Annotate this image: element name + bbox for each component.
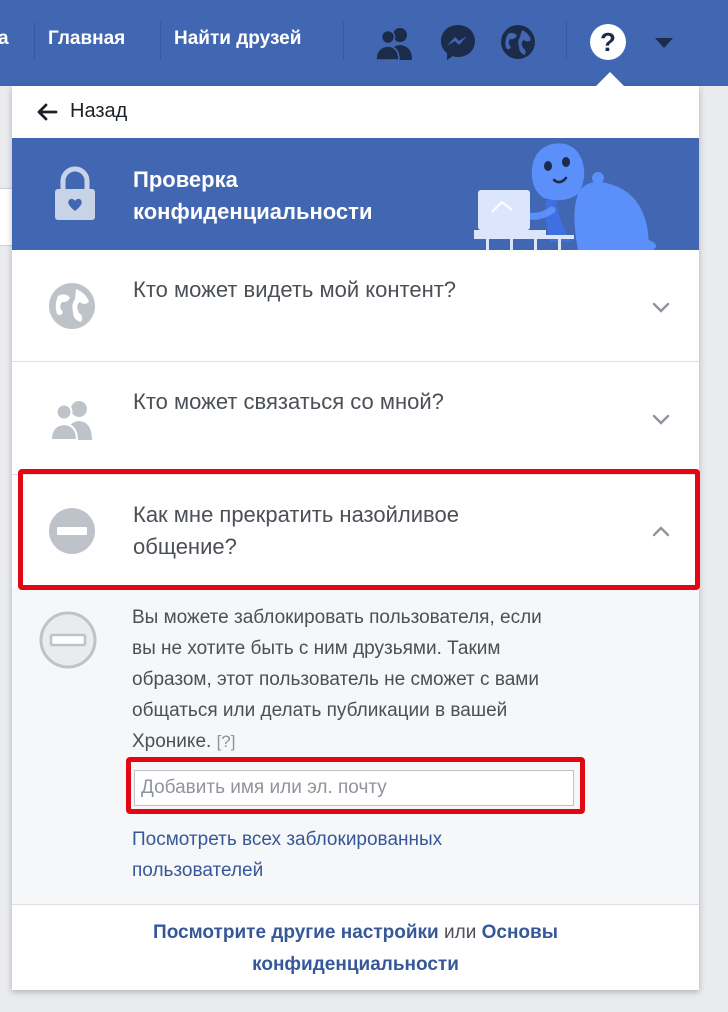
messenger-icon[interactable] [438,22,478,62]
friends-icon[interactable] [374,22,414,62]
privacy-question-content-visibility[interactable]: Кто может видеть мой контент? [12,250,699,361]
block-icon [39,611,97,669]
page-background-right [700,86,728,1012]
privacy-checkup-panel: Назад Проверка конфиденциальности Кто мо… [12,86,699,990]
nav-link-home[interactable]: Главная [48,28,125,50]
privacy-question-who-can-contact[interactable]: Кто может связаться со мной? [12,362,699,474]
question-label: Кто может связаться со мной? [133,389,444,414]
globe-icon [49,283,95,329]
nav-separator [160,22,161,60]
nav-separator [343,22,344,60]
chevron-down-icon[interactable] [648,406,674,432]
block-description-text: Вы можете заблокировать пользователя, ес… [132,607,542,752]
block-description: Вы можете заблокировать пользователя, ес… [132,602,562,757]
privacy-checkup-header: Проверка конфиденциальности [12,138,699,250]
footer-connector: или [444,922,477,943]
dropdown-caret [596,72,624,86]
other-settings-link[interactable]: Посмотрите другие настройки [153,922,439,943]
dropdown-arrow-icon[interactable] [650,22,678,62]
back-label: Назад [70,100,128,122]
chevron-up-icon[interactable] [648,519,674,545]
help-link[interactable]: [?] [217,732,236,751]
block-users-section: Вы можете заблокировать пользователя, ес… [12,588,699,904]
page-title: Проверка конфиденциальности [133,167,373,224]
nav-separator [566,22,567,60]
svg-text:?: ? [600,27,616,57]
globe-icon[interactable] [498,22,538,62]
back-button[interactable]: Назад [12,86,699,138]
question-label: Кто может видеть мой контент? [133,277,457,302]
people-icon [49,401,92,441]
back-arrow-icon [37,103,58,121]
block-icon [49,508,95,554]
privacy-question-stop-harassment[interactable]: Как мне прекратить назойливое общение? [12,475,699,588]
nav-separator [34,22,35,60]
nav-link-profile-partial[interactable]: а [0,28,9,50]
privacy-dinosaur-illustration [474,143,656,250]
footer-text: Посмотрите другие настройки или Основы к… [72,917,639,981]
question-label: Как мне прекратить назойливое общение? [133,502,459,559]
nav-link-find-friends[interactable]: Найти друзей [174,28,301,50]
block-user-input[interactable] [134,770,574,806]
chevron-down-icon[interactable] [648,294,674,320]
help-icon[interactable]: ? [588,22,628,62]
see-all-blocked-link[interactable]: Посмотреть всех заблокированных пользова… [132,824,562,886]
panel-footer: Посмотрите другие настройки или Основы к… [12,904,699,990]
lock-icon [55,166,95,220]
